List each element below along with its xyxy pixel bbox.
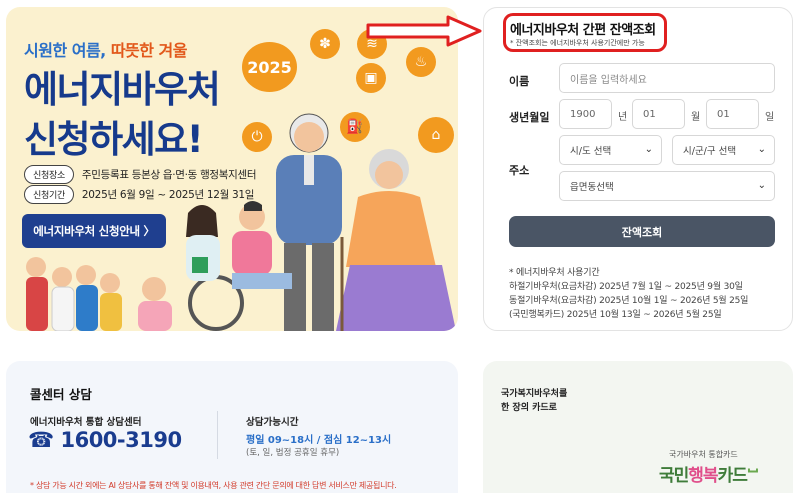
usage-period-winter: 동절기바우처(요금차감) 2025년 10월 1일 ~ 2026년 5월 25일 [509,296,749,306]
fan-icon: ✽ [310,29,340,59]
family-illustration [26,113,456,331]
year-badge: 2025 [242,42,297,92]
card-text-line1: 국가복지바우처를 [501,389,568,399]
hours-note: (토, 일, 법정 공휴일 휴무) [246,448,340,458]
sigungu-select[interactable]: 시/군/구 선택 ⌄ [672,135,775,165]
birth-month-input[interactable]: 01 [632,99,685,129]
usage-period-head: * 에너지바우처 사용기간 [509,268,600,278]
birth-label: 생년월일 [509,111,550,124]
hours-text: 평일 09~18시 / 점심 12~13시 [246,435,392,446]
logo-part-c: 카드 [717,466,748,486]
balance-query-button[interactable]: 잔액조회 [509,216,775,247]
year-unit: 년 [618,112,628,123]
sido-select[interactable]: 시/도 선택 ⌄ [559,135,662,165]
birth-day-input[interactable]: 01 [706,99,759,129]
day-unit: 일 [765,112,775,123]
month-unit: 월 [691,112,701,123]
divider [217,411,218,459]
energy-voucher-banner[interactable]: 시원한 여름, 따뜻한 겨울 2025 에너지바우처 신청하세요! 신청장소 주… [6,7,458,331]
ai-consult-note: * 상담 가능 시간 외에는 AI 상담사를 통해 잔액 및 이용내역, 사용 … [30,481,397,490]
gas-icon: ▣ [356,63,386,93]
call-center-section: 콜센터 상담 에너지바우처 통합 상담센터 ☎ 1600-3190 상담가능시간… [6,361,458,493]
sigungu-value: 시/군/구 선택 [683,146,737,157]
balance-inquiry-panel: 에너지바우처 간편 잔액조회 * 잔액조회는 에너지바우처 사용기간에만 가능 … [483,7,793,331]
call-center-title: 콜센터 상담 [30,387,92,402]
usage-period-card: (국민행복카드) 2025년 10월 13일 ~ 2026년 5월 25일 [509,310,722,320]
address-label: 주소 [509,164,530,177]
card-text-line2: 한 장의 카드로 [501,403,557,413]
sprout-icon: ⵯ [746,466,759,486]
logo-part-a: 국민 [659,466,689,486]
slogan-cool: 시원한 여름, [24,41,106,60]
name-label: 이름 [509,75,530,88]
panel-note: * 잔액조회는 에너지바우처 사용기간에만 가능 [510,39,645,47]
birth-year-input[interactable]: 1900 [559,99,612,129]
chevron-down-icon: ⌄ [757,144,766,155]
logo-part-b: 행복 [688,466,718,486]
slogan-warm: 따뜻한 겨울 [110,41,188,60]
card-sub-label: 국가바우처 통합카드 [669,450,738,459]
hours-title: 상담가능시간 [246,417,299,428]
sido-value: 시/도 선택 [570,146,612,157]
banner-slogan: 시원한 여름, 따뜻한 겨울 [24,37,188,61]
usage-period-summer: 하절기바우처(요금차감) 2025년 7월 1일 ~ 2025년 9월 30일 [509,282,743,292]
eupmyeondong-value: 읍면동선택 [570,182,614,193]
call-center-name: 에너지바우처 통합 상담센터 [30,417,142,428]
panel-title: 에너지바우처 간편 잔액조회 [510,23,656,38]
call-center-phone[interactable]: ☎ 1600-3190 [28,428,182,452]
happiness-card-logo: 국민행복카드ⵯ [659,461,759,486]
happiness-card-section[interactable]: 국가복지바우처를 한 장의 카드로 국가바우처 통합카드 국민행복카드ⵯ [483,361,793,493]
name-input[interactable]: 이름을 입력하세요 [559,63,775,93]
heater-icon: ♨ [406,47,436,77]
chevron-down-icon: ⌄ [757,180,766,191]
chevron-down-icon: ⌄ [644,144,653,155]
eupmyeondong-select[interactable]: 읍면동선택 ⌄ [559,171,775,201]
red-arrow-icon [366,15,482,47]
